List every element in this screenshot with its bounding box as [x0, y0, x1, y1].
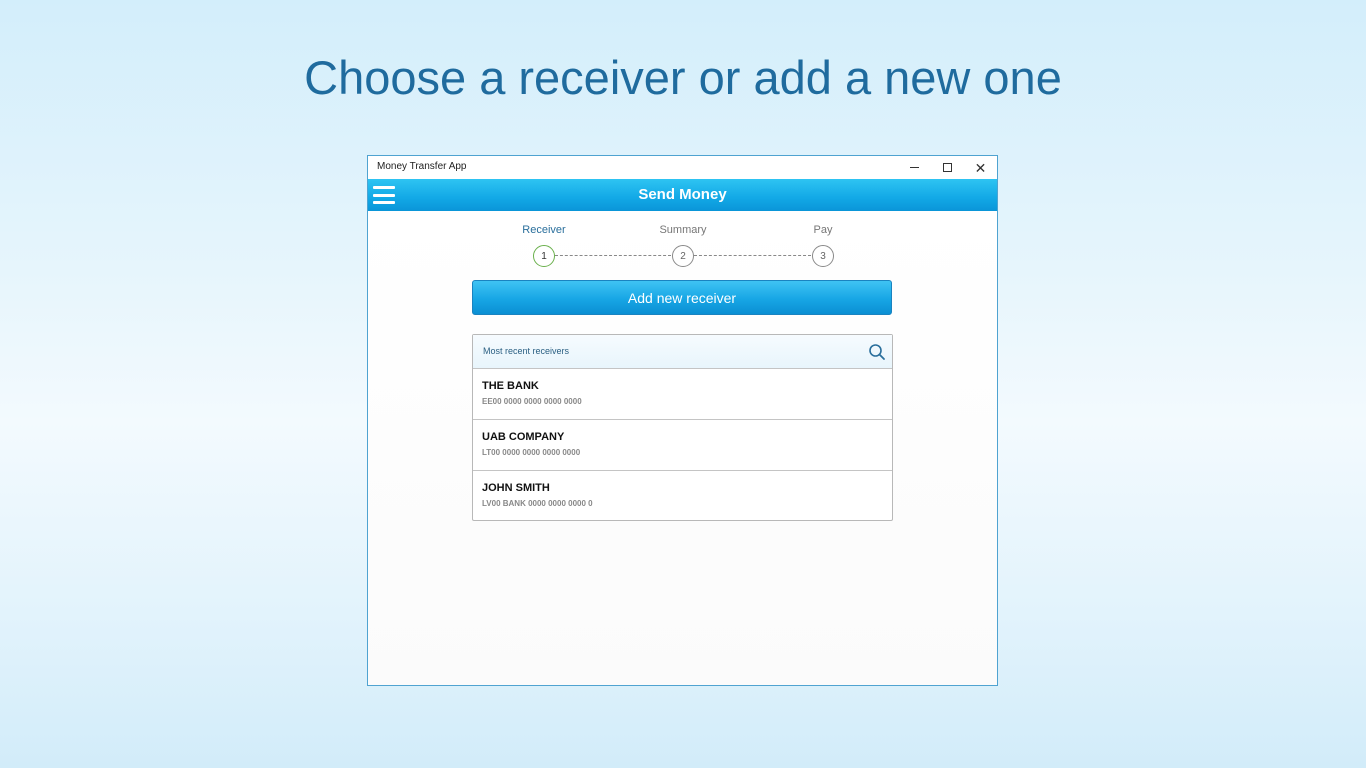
receiver-iban: LT00 0000 0000 0000 0000 [482, 448, 581, 457]
search-icon[interactable] [868, 343, 886, 361]
window-title: Money Transfer App [377, 161, 467, 172]
maximize-icon [943, 163, 952, 172]
receiver-row[interactable]: JOHN SMITH LV00 BANK 0000 0000 0000 0 [473, 471, 892, 521]
step-connector-2 [694, 255, 811, 256]
receiver-row[interactable]: UAB COMPANY LT00 0000 0000 0000 0000 [473, 420, 892, 471]
receiver-iban: EE00 0000 0000 0000 0000 [482, 397, 582, 406]
receiver-iban: LV00 BANK 0000 0000 0000 0 [482, 499, 593, 508]
receiver-name: JOHN SMITH [482, 482, 550, 494]
step-label-summary: Summary [659, 224, 707, 236]
app-header-bar: Send Money [368, 179, 997, 211]
add-new-receiver-button[interactable]: Add new receiver [472, 280, 892, 315]
step-label-pay: Pay [813, 224, 833, 236]
close-icon: ✕ [974, 159, 987, 176]
app-window: Money Transfer App ✕ Send Money Receiver… [367, 155, 998, 686]
receiver-row[interactable]: THE BANK EE00 0000 0000 0000 0000 [473, 369, 892, 420]
step-circle-3[interactable]: 3 [812, 245, 834, 267]
maximize-button[interactable] [931, 156, 964, 179]
step-circle-1[interactable]: 1 [533, 245, 555, 267]
recent-receivers-label: Most recent receivers [483, 346, 570, 356]
close-button[interactable]: ✕ [964, 156, 997, 179]
step-connector-1 [555, 255, 671, 256]
main-content: Receiver Summary Pay 1 2 3 Add new recei… [368, 211, 997, 685]
page-headline: Choose a receiver or add a new one [304, 51, 1062, 104]
recent-receivers-header: Most recent receivers [473, 335, 892, 369]
step-label-receiver: Receiver [522, 224, 566, 236]
app-header-title: Send Money [638, 186, 727, 203]
minimize-icon [910, 167, 919, 168]
receiver-name: UAB COMPANY [482, 431, 565, 443]
receiver-name: THE BANK [482, 380, 539, 392]
window-titlebar[interactable]: Money Transfer App ✕ [368, 156, 997, 179]
recent-receivers-panel: Most recent receivers THE BANK EE00 0000… [472, 334, 893, 521]
step-circle-2[interactable]: 2 [672, 245, 694, 267]
minimize-button[interactable] [898, 156, 931, 179]
